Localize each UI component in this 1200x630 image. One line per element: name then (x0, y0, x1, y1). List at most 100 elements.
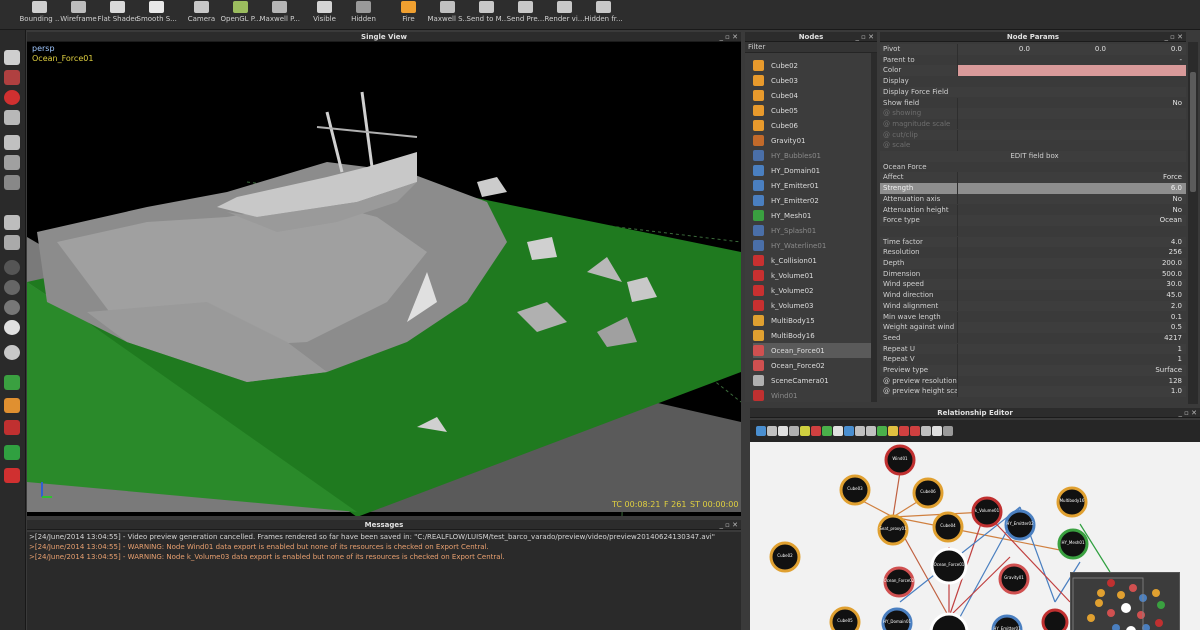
hemisphere-tool-icon[interactable] (4, 300, 20, 315)
param-row[interactable]: Seed 4217 (880, 332, 1186, 344)
node-item[interactable]: MultiBody16 (753, 328, 873, 343)
param-value[interactable]: No (958, 205, 1186, 216)
param-value[interactable]: 0.0 (1110, 44, 1186, 55)
circle-tool-icon[interactable] (4, 260, 20, 275)
toolbar-button-send-to-maxwell[interactable]: Send to M... (467, 0, 507, 30)
panel-controls-icon[interactable]: _ ▫ ✕ (855, 32, 874, 42)
grid-tool-icon[interactable] (789, 426, 799, 436)
node-item[interactable]: Cube05 (753, 103, 873, 118)
param-row[interactable]: Parent to - (880, 54, 1186, 66)
node-item[interactable]: Cube03 (753, 73, 873, 88)
param-value[interactable]: No (958, 98, 1186, 109)
relationship-graph[interactable]: Wind01 Cube03 Cube06 Cube04 Cube02 Seat_proxy… (750, 442, 1200, 630)
node-item[interactable]: HY_Mesh01 (753, 208, 873, 223)
node-item[interactable]: MultiBody15 (753, 313, 873, 328)
param-row[interactable]: Pivot 0.0 0.0 0.0 (880, 44, 1186, 55)
param-row[interactable]: Strength 6.0 (880, 183, 1186, 194)
unlink-tool-icon[interactable] (767, 426, 777, 436)
rotate-tool-icon[interactable] (4, 90, 20, 105)
toolbar-button-send-preview[interactable]: Send Pre... (506, 0, 545, 30)
filter-tool-icon[interactable] (800, 426, 810, 436)
param-value[interactable]: 2.0 (958, 301, 1186, 312)
search-icon[interactable] (855, 426, 865, 436)
param-value[interactable] (958, 108, 1186, 119)
table-icon[interactable] (932, 426, 942, 436)
param-value[interactable]: 0.1 (958, 312, 1186, 323)
param-value[interactable]: 500.0 (958, 269, 1186, 280)
param-value[interactable]: 4217 (958, 333, 1186, 344)
panel-controls-icon[interactable]: _ ▫ ✕ (719, 32, 738, 42)
param-value[interactable]: 1 (958, 344, 1186, 355)
param-value[interactable] (958, 119, 1186, 130)
panel-controls-icon[interactable]: _ ▫ ✕ (1164, 32, 1183, 42)
params-scrollbar[interactable] (1188, 42, 1198, 404)
sphere-tool-icon[interactable] (4, 155, 20, 170)
param-row[interactable]: Repeat U1 (880, 343, 1186, 355)
param-row[interactable]: Attenuation axis No (880, 193, 1186, 205)
node-item[interactable]: Ocean_Force01 (753, 343, 873, 358)
param-value[interactable]: Surface (958, 365, 1186, 376)
param-value[interactable]: 256 (958, 247, 1186, 258)
param-value[interactable]: 128 (958, 376, 1186, 387)
filter-input[interactable]: Filter (745, 42, 877, 53)
scale-tool-icon[interactable] (4, 110, 20, 125)
refresh-icon[interactable] (877, 426, 887, 436)
param-value[interactable] (958, 130, 1186, 141)
node-item[interactable]: k_Volume03 (753, 298, 873, 313)
select-all-icon[interactable] (866, 426, 876, 436)
toolbar-button-maxwell-studio[interactable]: Maxwell S... (428, 0, 468, 30)
node-item[interactable]: Cube06 (753, 118, 873, 133)
param-value[interactable]: 0.5 (958, 322, 1186, 333)
axis-tool-icon[interactable] (4, 175, 20, 190)
param-row[interactable]: Force type Ocean (880, 215, 1186, 226)
delete-icon[interactable] (899, 426, 909, 436)
brush-tool-icon[interactable] (4, 420, 20, 435)
param-value[interactable]: 1 (958, 354, 1186, 365)
param-value[interactable] (958, 226, 1186, 237)
param-row[interactable]: @ preview height scale 1.0 (880, 386, 1186, 397)
param-row[interactable]: EDIT field box (880, 151, 1186, 162)
node-item[interactable]: HY_Bubbles01 (753, 148, 873, 163)
geometry-tool-icon[interactable] (4, 215, 20, 230)
params-scroll-thumb[interactable] (1190, 72, 1196, 192)
param-row[interactable]: Dimension 500.0 (880, 268, 1186, 280)
param-row[interactable]: Wind speed 30.0 (880, 279, 1186, 290)
arrange-icon[interactable] (921, 426, 931, 436)
param-row[interactable]: @ cut/clip (880, 129, 1186, 141)
param-row[interactable]: Display (880, 76, 1186, 87)
param-value[interactable]: No (958, 194, 1186, 205)
param-row[interactable] (880, 225, 1186, 237)
color-icon[interactable] (910, 426, 920, 436)
param-row[interactable]: @ showing (880, 108, 1186, 119)
node-item[interactable]: k_Volume02 (753, 283, 873, 298)
param-row[interactable]: Depth 200.0 (880, 258, 1186, 269)
node-item[interactable]: HY_Emitter02 (753, 193, 873, 208)
param-row[interactable]: Affect Force (880, 172, 1186, 183)
param-row[interactable]: @ magnitude scale (880, 118, 1186, 130)
move-tool-icon[interactable] (4, 70, 20, 85)
toolbar-button-smooth-shaded[interactable]: Smooth S... (137, 0, 177, 30)
record-tool-icon[interactable] (4, 468, 20, 483)
graph-minimap[interactable] (1070, 572, 1180, 630)
pencil-tool-icon[interactable] (4, 375, 20, 390)
node-item[interactable]: HY_Waterline01 (753, 238, 873, 253)
toolbar-button-bounding-box[interactable]: Bounding ... (20, 0, 60, 30)
nodes-scrollbar[interactable] (871, 53, 877, 402)
param-row[interactable]: Resolution 256 (880, 247, 1186, 258)
param-value[interactable] (958, 140, 1186, 151)
toolbar-button-visible[interactable]: Visible (305, 0, 344, 30)
cube-tool-icon[interactable] (4, 135, 20, 150)
toolbar-button-hidden[interactable]: Hidden (344, 0, 383, 30)
ball-tool-icon[interactable] (4, 320, 20, 335)
node-item[interactable]: HY_Emitter01 (753, 178, 873, 193)
node-item[interactable]: Cube02 (753, 58, 873, 73)
param-row[interactable]: Weight against wind 0.5 (880, 322, 1186, 333)
param-row[interactable]: Color (880, 65, 1186, 76)
node-item[interactable]: Wind01 (753, 388, 873, 402)
toolbar-button-maxwell-preview[interactable]: Maxwell P... (260, 0, 300, 30)
graph-node[interactable] (929, 612, 969, 630)
param-row[interactable]: Wind alignment 2.0 (880, 300, 1186, 312)
settings-icon[interactable] (888, 426, 898, 436)
link-tool-icon[interactable] (756, 426, 766, 436)
param-value[interactable]: Ocean (958, 215, 1186, 226)
